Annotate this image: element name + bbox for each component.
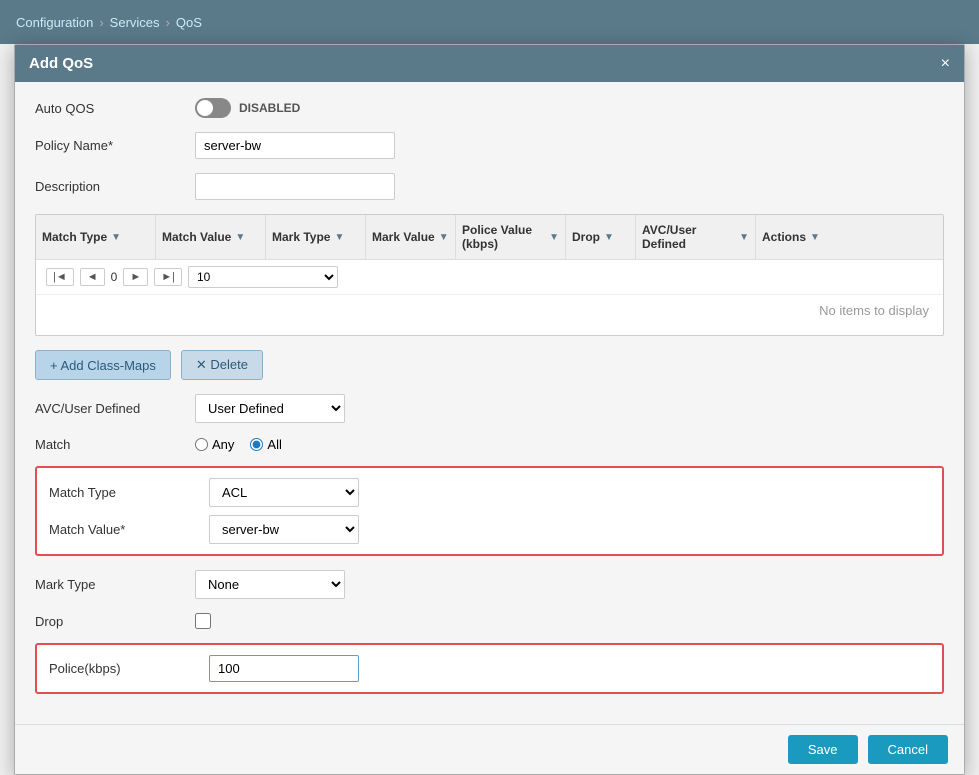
no-items-message: No items to display	[36, 295, 943, 335]
policy-name-input[interactable]	[195, 132, 395, 159]
th-mark-type: Mark Type ▼	[266, 215, 366, 259]
match-type-filter-icon[interactable]: ▼	[111, 232, 121, 243]
close-button[interactable]: ×	[941, 56, 950, 72]
match-all-radio[interactable]	[250, 438, 263, 451]
mark-type-row: Mark Type None DSCP Precedence	[35, 570, 944, 599]
actions-filter-icon[interactable]: ▼	[810, 232, 820, 243]
th-match-value: Match Value ▼	[156, 215, 266, 259]
modal-body: Auto QOS DISABLED Policy Name* Descripti…	[15, 82, 964, 724]
drop-row: Drop	[35, 613, 944, 629]
th-mark-value: Mark Value ▼	[366, 215, 456, 259]
page-size-select[interactable]: 10 25 50	[188, 266, 338, 288]
add-qos-modal: Add QoS × Auto QOS DISABLED Policy Name*…	[14, 44, 965, 775]
auto-qos-toggle-container: DISABLED	[195, 98, 300, 118]
description-row: Description	[35, 173, 944, 200]
match-row: Match Any All	[35, 437, 944, 452]
modal-footer: Save Cancel	[15, 724, 964, 774]
table-header: Match Type ▼ Match Value ▼ Mark Type ▼ M…	[36, 215, 943, 260]
last-page-button[interactable]: ►|	[154, 268, 182, 286]
mark-value-filter-icon[interactable]: ▼	[439, 232, 449, 243]
avc-row: AVC/User Defined User Defined AVC	[35, 394, 944, 423]
match-radio-group: Any All	[195, 437, 282, 452]
match-any-radio[interactable]	[195, 438, 208, 451]
first-page-button[interactable]: |◄	[46, 268, 74, 286]
prev-page-button[interactable]: ◄	[80, 268, 105, 286]
match-value-select[interactable]: server-bw	[209, 515, 359, 544]
match-value-filter-icon[interactable]: ▼	[235, 232, 245, 243]
cancel-button[interactable]: Cancel	[868, 735, 948, 764]
save-button[interactable]: Save	[788, 735, 858, 764]
match-value-label: Match Value*	[49, 522, 209, 537]
table-pagination: |◄ ◄ 0 ► ►| 10 25 50	[36, 260, 943, 295]
separator2: ›	[166, 15, 170, 30]
nav-qos: QoS	[176, 15, 202, 30]
policy-name-label: Policy Name*	[35, 138, 195, 153]
class-maps-table: Match Type ▼ Match Value ▼ Mark Type ▼ M…	[35, 214, 944, 336]
th-actions: Actions ▼	[756, 215, 943, 259]
police-highlight-section: Police(kbps)	[35, 643, 944, 694]
add-class-maps-button[interactable]: + Add Class-Maps	[35, 350, 171, 380]
match-type-row: Match Type ACL DSCP Precedence	[49, 478, 930, 507]
match-highlight-section: Match Type ACL DSCP Precedence Match Val…	[35, 466, 944, 556]
nav-configuration[interactable]: Configuration	[16, 15, 93, 30]
avc-filter-icon[interactable]: ▼	[739, 232, 749, 243]
th-match-type: Match Type ▼	[36, 215, 156, 259]
police-label: Police(kbps)	[49, 661, 209, 676]
avc-label: AVC/User Defined	[35, 401, 195, 416]
mark-type-select[interactable]: None DSCP Precedence	[195, 570, 345, 599]
match-any-label: Any	[212, 437, 234, 452]
auto-qos-label: Auto QOS	[35, 101, 195, 116]
match-type-label: Match Type	[49, 485, 209, 500]
modal-title: Add QoS	[29, 55, 93, 72]
drop-filter-icon[interactable]: ▼	[604, 232, 614, 243]
drop-label: Drop	[35, 614, 195, 629]
match-all-label: All	[267, 437, 281, 452]
auto-qos-state: DISABLED	[239, 101, 300, 115]
match-any-option[interactable]: Any	[195, 437, 234, 452]
th-avc-user-defined: AVC/User Defined ▼	[636, 215, 756, 259]
match-all-option[interactable]: All	[250, 437, 281, 452]
th-police-value: Police Value (kbps) ▼	[456, 215, 566, 259]
nav-services[interactable]: Services	[110, 15, 160, 30]
policy-name-row: Policy Name*	[35, 132, 944, 159]
page-number: 0	[111, 270, 118, 284]
match-type-select[interactable]: ACL DSCP Precedence	[209, 478, 359, 507]
modal-header: Add QoS ×	[15, 45, 964, 82]
police-filter-icon[interactable]: ▼	[549, 232, 559, 243]
auto-qos-row: Auto QOS DISABLED	[35, 98, 944, 118]
drop-checkbox[interactable]	[195, 613, 211, 629]
delete-button[interactable]: ✕ Delete	[181, 350, 263, 380]
th-drop: Drop ▼	[566, 215, 636, 259]
avc-select[interactable]: User Defined AVC	[195, 394, 345, 423]
auto-qos-toggle[interactable]	[195, 98, 231, 118]
separator1: ›	[99, 15, 103, 30]
top-navigation: Configuration › Services › QoS	[0, 0, 979, 44]
description-input[interactable]	[195, 173, 395, 200]
action-buttons: + Add Class-Maps ✕ Delete	[35, 350, 944, 380]
description-label: Description	[35, 179, 195, 194]
next-page-button[interactable]: ►	[123, 268, 148, 286]
match-label: Match	[35, 437, 195, 452]
police-input[interactable]	[209, 655, 359, 682]
match-value-row: Match Value* server-bw	[49, 515, 930, 544]
police-row: Police(kbps)	[49, 655, 930, 682]
mark-type-filter-icon[interactable]: ▼	[334, 232, 344, 243]
mark-type-label: Mark Type	[35, 577, 195, 592]
